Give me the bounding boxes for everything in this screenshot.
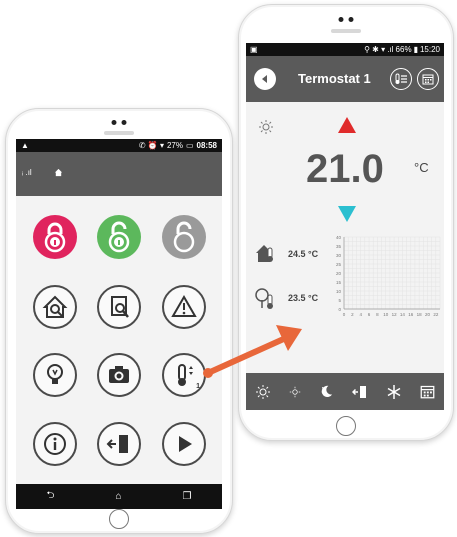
chart-y-tick-label: 0 (338, 307, 341, 312)
moon-icon[interactable] (319, 384, 334, 399)
clock: 08:58 (196, 141, 217, 150)
chart-x-tick-label: 4 (359, 312, 362, 317)
android-nav-bar: ⮌ ⌂ ❐ (16, 484, 222, 509)
setpoint-unit: °C (414, 160, 429, 175)
chart-y-tick-label: 15 (336, 280, 342, 285)
chart-x-tick-label: 18 (417, 312, 423, 317)
light-bulb-button[interactable] (33, 353, 77, 397)
notification-icon: ▲ (21, 141, 29, 150)
status-icons: ✆ ⏰ ▾ (138, 141, 164, 150)
back-arrow-icon (262, 75, 267, 83)
temperature-history-chart: 05101520253035400 2 4 6 8 10 12 14 16 18 20 22 (336, 235, 441, 317)
speaker-grille (331, 29, 361, 33)
play-icon (179, 436, 192, 452)
chart-x-tick-label: 12 (392, 312, 398, 317)
exit-button[interactable] (97, 422, 141, 466)
lock-grey-button[interactable] (162, 215, 206, 259)
back-button[interactable] (254, 68, 276, 90)
play-button[interactable] (162, 422, 206, 466)
outside-temperature: 23.5 °C (288, 293, 319, 303)
left-screen: ▲ ✆ ⏰ ▾ 27% ▭ 08:58 ᵢ .ıl 1 ⮌ ⌂ ❐ (16, 139, 222, 509)
app-bar: Termostat 1 (246, 56, 444, 102)
chart-y-tick-label: 35 (336, 244, 342, 249)
info-icon (44, 433, 66, 455)
notification-icon: ▣ (250, 45, 258, 54)
chart-y-tick-label: 10 (336, 289, 342, 294)
snowflake-icon[interactable] (386, 384, 402, 400)
battery-icon: ▭ (185, 141, 194, 150)
document-search-button[interactable] (97, 285, 141, 329)
decrease-temp-button[interactable] (337, 205, 357, 223)
lock-green-button[interactable] (97, 215, 141, 259)
calendar-button[interactable] (417, 68, 439, 90)
increase-temp-button[interactable] (337, 116, 357, 134)
padlock-open-icon (173, 221, 195, 253)
warning-icon (171, 295, 197, 317)
battery-icon: ▮ (413, 45, 418, 54)
back-nav-icon[interactable]: ⮌ (46, 488, 54, 505)
calendar-icon[interactable] (420, 384, 435, 399)
house-thermometer-icon (256, 245, 273, 262)
sun-mode-icon (259, 120, 273, 134)
physical-home-button[interactable] (109, 509, 129, 529)
status-bar: ▣ ⚲ ✱ ▾ .ıl 66% ▮ 15:20 (246, 43, 444, 56)
inside-temperature: 24.5 °C (288, 249, 319, 259)
chart-x-tick-label: 8 (376, 312, 379, 317)
camera-icon (109, 366, 129, 383)
sun-icon[interactable] (255, 384, 271, 400)
thermometer-list-icon (395, 73, 407, 84)
home-icon (54, 168, 63, 177)
chart-x-tick-label: 10 (383, 312, 389, 317)
padlock-open-icon (108, 221, 130, 253)
exit-door-icon[interactable] (352, 384, 368, 400)
padlock-closed-icon (44, 222, 66, 253)
chart-x-tick-label: 20 (425, 312, 431, 317)
chart-y-tick-label: 30 (336, 253, 342, 258)
home-nav-icon[interactable]: ⌂ (115, 491, 121, 502)
chart-x-tick-label: 2 (351, 312, 354, 317)
battery-pct: 27% (166, 141, 183, 150)
battery-pct: 66% (395, 45, 412, 54)
home-search-button[interactable] (33, 285, 77, 329)
thermometer-icon (178, 364, 193, 386)
camera-button[interactable] (97, 353, 141, 397)
lock-red-button[interactable] (33, 215, 77, 259)
tree-thermometer-icon (255, 288, 273, 309)
chart-x-tick-label: 16 (408, 312, 414, 317)
chart-x-tick-label: 22 (433, 312, 439, 317)
recents-nav-icon[interactable]: ❐ (183, 491, 192, 502)
light-bulb-icon (47, 364, 63, 384)
chart-x-tick-label: 6 (368, 312, 371, 317)
connector-arrow (203, 325, 302, 378)
chart-x-tick-label: 14 (400, 312, 406, 317)
chart-y-tick-label: 5 (338, 298, 341, 303)
chart-x-tick-label: 0 (343, 312, 346, 317)
app-bar: ᵢ .ıl (16, 152, 222, 196)
exit-door-icon (106, 435, 128, 453)
document-search-icon (111, 296, 129, 318)
thermometer-list-button[interactable] (390, 68, 412, 90)
status-icons: ⚲ ✱ ▾ .ıl (364, 45, 394, 54)
info-button[interactable] (33, 422, 77, 466)
physical-home-button[interactable] (336, 416, 356, 436)
house-search-icon (42, 295, 68, 318)
speaker-grille (104, 131, 134, 135)
setpoint-value: 21.0 (306, 147, 384, 191)
page-title: Termostat 1 (298, 71, 371, 86)
clock: 15:20 (419, 45, 440, 54)
signal-indicator: ᵢ .ıl (22, 168, 32, 177)
chart-y-tick-label: 25 (336, 262, 342, 267)
sun-small-icon[interactable] (289, 386, 301, 398)
status-bar: ▲ ✆ ⏰ ▾ 27% ▭ 08:58 (16, 139, 222, 152)
front-camera (111, 120, 127, 125)
calendar-icon (422, 74, 434, 85)
chart-y-tick-label: 20 (336, 271, 342, 276)
chart-y-tick-label: 40 (336, 235, 342, 240)
front-camera (338, 17, 354, 22)
